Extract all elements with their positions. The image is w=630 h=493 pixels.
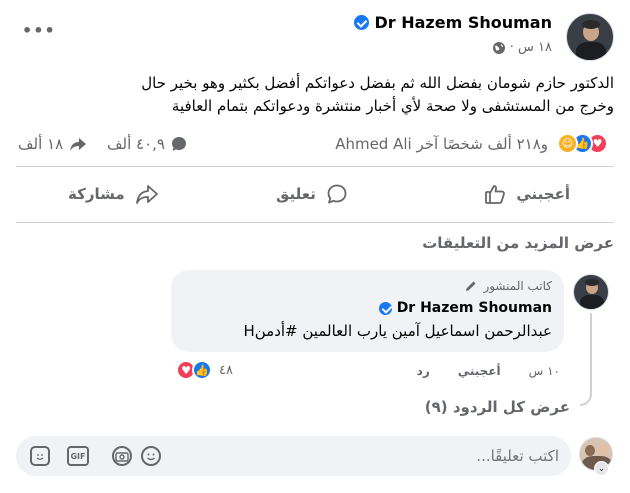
action-bar-top-divider [16,166,614,167]
comment-composer[interactable]: GIF [16,436,571,476]
sticker-icon[interactable] [30,446,50,466]
thumbs-up-icon [485,185,506,204]
comment-text: عبدالرحمن اسماعيل آمين يارب العالمين #أد… [243,322,552,340]
comment-verified-badge-icon [378,301,392,315]
comment-count-icon [172,137,186,151]
reaction-icons[interactable]: ♥ 👍 ☺ [548,133,608,155]
post-author-name[interactable]: Dr Hazem Shouman [375,13,553,32]
share-action-button[interactable]: مشاركة [68,174,159,214]
comment-reactions[interactable]: ♥ 👍 ٤٨ [176,360,233,381]
shares-count-row[interactable]: ١٨ ألف [18,135,87,153]
post-body-line-1: الدكتور حازم شومان بفضل الله ثم بفضل دعو… [141,74,614,92]
comment-author-name[interactable]: Dr Hazem Shouman [397,300,552,316]
comment-author-row: Dr Hazem Shouman [378,300,552,316]
verified-badge-icon [353,15,369,30]
comment-reactions-count: ٤٨ [219,363,233,378]
profile-switcher-chevron-icon[interactable]: ⌄ [594,461,609,476]
comment-like-reaction-icon: 👍 [192,360,212,380]
action-bar-bottom-divider [16,222,614,223]
comment-icon [327,184,347,204]
share-icon [135,185,158,204]
globe-icon [492,41,505,54]
view-more-comments-link[interactable]: عرض المزيد من التعليقات [422,234,614,252]
comment-bubble: كاتب المنشور Dr Hazem Shouman عبدالرحمن … [171,270,564,352]
replies-connector-curve [580,384,592,406]
gif-icon[interactable]: GIF [67,446,89,466]
view-all-replies-link[interactable]: عرض كل الردود (٩) [425,398,570,416]
share-count-icon [70,138,87,151]
like-action-label: أعجبني [516,185,570,203]
shares-count: ١٨ ألف [18,135,64,153]
like-action-button[interactable]: أعجبني [484,174,570,214]
post-more-options-button[interactable]: ••• [22,21,56,40]
comment-author-avatar[interactable] [573,274,609,310]
camera-icon[interactable] [112,446,132,466]
comment-action-button[interactable]: تعليق [276,174,348,214]
reactions-summary-text[interactable]: Ahmed Ali و٢١٨ ألف شخصًا آخر [335,135,548,153]
share-action-label: مشاركة [68,185,125,203]
post-author-avatar[interactable] [566,13,614,61]
comment-input[interactable] [219,436,559,476]
post-body-line-2: وخرج من المستشفى ولا صحة لأي أخبار منتشر… [171,97,614,115]
author-badge-label: كاتب المنشور [483,279,552,293]
comment-time[interactable]: ١٠ س [529,364,560,378]
comment-action-label: تعليق [276,185,316,203]
comment-like-button[interactable]: أعجبني [458,364,501,378]
emoji-icon[interactable] [141,446,161,466]
comments-count-row[interactable]: ٤٠,٩ ألف [107,135,188,153]
care-reaction-icon: ☺ [557,133,578,154]
author-badge-row: كاتب المنشور [464,279,552,293]
comments-count: ٤٠,٩ ألف [107,135,165,153]
pencil-icon [466,281,476,291]
comment-reply-button[interactable]: رد [417,364,430,378]
comment-meta-row: ١٠ س أعجبني رد [417,364,560,378]
post-time[interactable]: ١٨ س · [510,40,552,55]
post-author-row: Dr Hazem Shouman [353,13,553,32]
comment-connector-line [590,313,592,393]
post-meta-row: ١٨ س · [492,40,552,55]
